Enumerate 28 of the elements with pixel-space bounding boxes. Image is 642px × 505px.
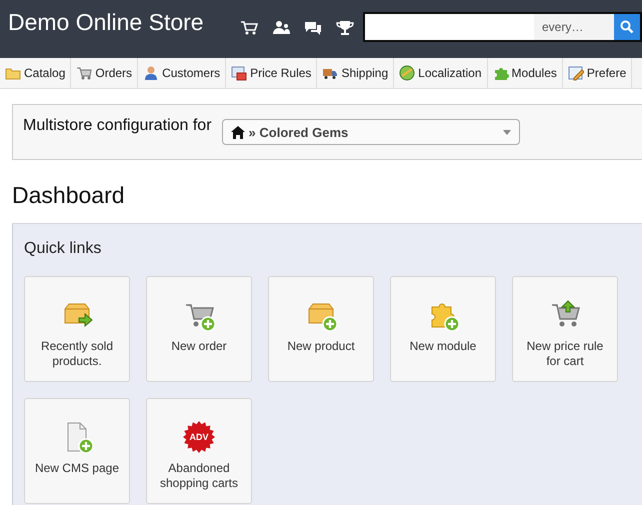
pencil-icon — [568, 65, 584, 81]
store-title: Demo Online Store — [8, 8, 205, 36]
quick-links-title: Quick links — [24, 240, 102, 258]
cart-icon — [76, 65, 92, 81]
house-icon — [230, 126, 245, 138]
quick-link-tile[interactable]: New order — [146, 276, 252, 382]
person-icon — [143, 65, 160, 81]
quick-link-tile[interactable]: ADV Abandoned shopping carts — [146, 398, 252, 504]
quick-link-tile[interactable]: New price rule for cart — [512, 276, 618, 382]
nav-tab[interactable]: Modules — [488, 58, 563, 88]
page-title: Dashboard — [12, 182, 126, 209]
search-button[interactable] — [614, 14, 640, 40]
badge-icon: ADV — [183, 421, 215, 453]
quick-link-tile[interactable]: New product — [268, 276, 374, 382]
search-scope-dropdown[interactable]: every… — [534, 14, 614, 40]
globe-icon — [399, 65, 416, 81]
search-icon — [620, 20, 634, 34]
quick-link-tile[interactable]: Recently sold products. — [24, 276, 130, 382]
cart-icon[interactable] — [240, 18, 258, 36]
search-field[interactable]: every… — [363, 12, 642, 42]
trophy-icon[interactable] — [336, 18, 354, 36]
caret-icon — [502, 130, 511, 134]
quick-link-tile[interactable]: New module — [390, 276, 496, 382]
multistore-label: Multistore configuration for — [23, 117, 212, 135]
customers-icon[interactable] — [272, 18, 290, 36]
store-select[interactable]: » Colored Gems — [222, 119, 520, 145]
quick-link-tile[interactable]: New CMS page — [24, 398, 130, 504]
puzzle-icon — [492, 65, 509, 81]
